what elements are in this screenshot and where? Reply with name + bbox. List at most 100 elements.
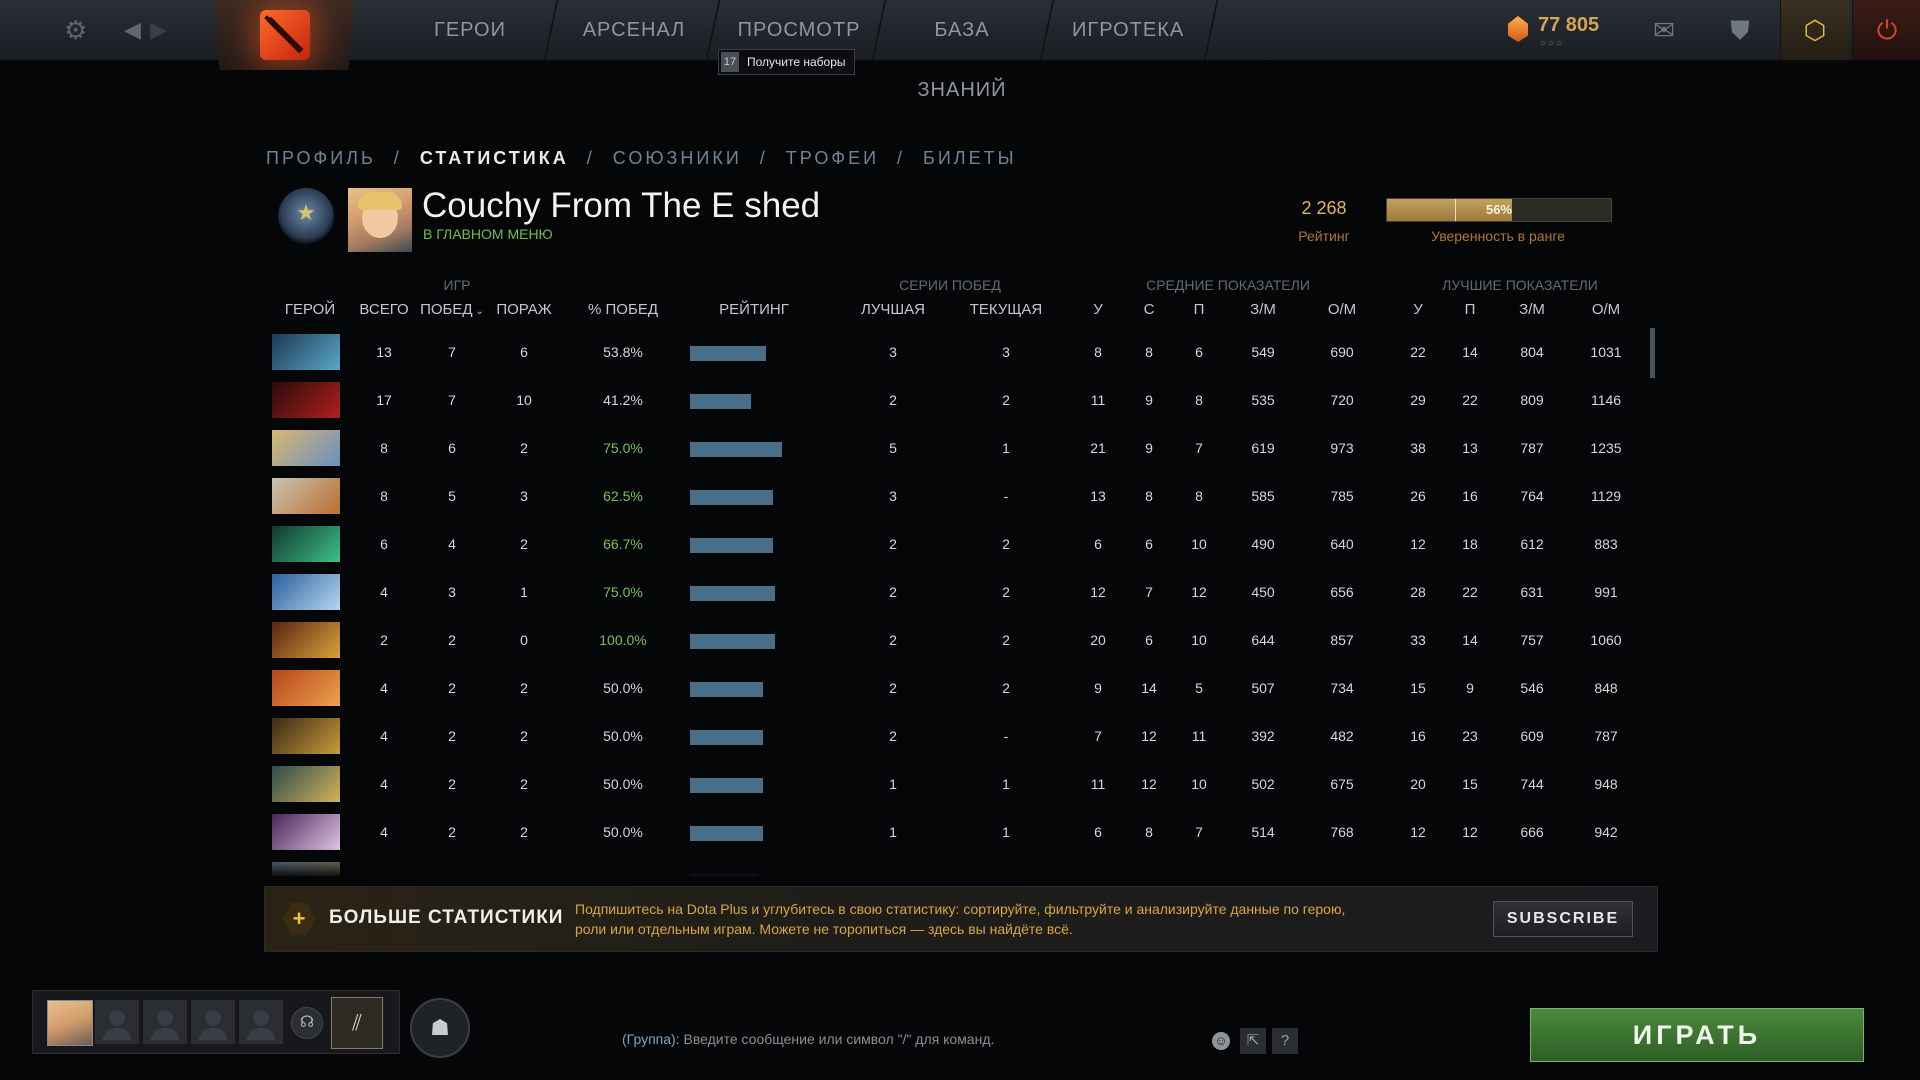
tab-stats[interactable]: СТАТИСТИКА xyxy=(420,148,569,168)
col-kills[interactable]: У xyxy=(1093,301,1103,318)
hero-portrait[interactable] xyxy=(272,814,340,850)
table-row[interactable]: 17 7 10 41.2% 2 2 11 9 8 535 720 29 22 809 1146 xyxy=(262,376,1652,424)
cell-total: 4 xyxy=(380,728,388,744)
cell-losses: 0 xyxy=(520,632,528,648)
armory-button[interactable]: ⛊ xyxy=(1706,0,1774,60)
table-row[interactable]: 4 2 2 50.0% 1 1 11 12 10 502 675 20 15 744 948 xyxy=(262,760,1652,808)
cell-k: 11 xyxy=(1090,776,1106,792)
table-row[interactable]: 4 3 1 75.0% 2 2 12 7 12 450 656 28 22 631 991 xyxy=(262,568,1652,616)
col-winrate[interactable]: % ПОБЕД xyxy=(588,301,658,318)
table-scrollbar[interactable] xyxy=(1650,328,1655,378)
hero-portrait[interactable] xyxy=(272,334,340,370)
hero-portrait[interactable] xyxy=(272,526,340,562)
dota-plus-button[interactable]: ⬡ xyxy=(1780,0,1849,60)
back-arrow-icon[interactable]: ◀ xyxy=(124,14,141,46)
cell-a: 5 xyxy=(1195,680,1203,696)
cell-losses: 2 xyxy=(520,776,528,792)
ranked-matchmaking-icon[interactable]: ⫽ xyxy=(331,997,383,1049)
table-row[interactable]: 13 7 6 53.8% 3 3 8 8 6 549 690 22 14 804 1031 xyxy=(262,328,1652,376)
col-best-kills[interactable]: У xyxy=(1413,301,1423,318)
help-icon[interactable]: ? xyxy=(1272,1028,1298,1054)
hero-stats-table[interactable]: 13 7 6 53.8% 3 3 8 8 6 549 690 22 14 804 1031 17 7 10 41.2… xyxy=(262,328,1652,876)
cell-best-streak: 2 xyxy=(889,584,897,600)
party-members-button[interactable]: ☗ xyxy=(410,998,470,1058)
col-wins[interactable]: ПОБЕД ⌄ xyxy=(420,301,484,318)
hero-portrait[interactable] xyxy=(272,670,340,706)
hero-portrait[interactable] xyxy=(272,382,340,418)
cell-wins: 2 xyxy=(448,632,456,648)
chat-channel[interactable]: (Группа): xyxy=(622,1031,680,1047)
cell-best-gpm: 546 xyxy=(1520,680,1544,696)
subscribe-button[interactable]: SUBSCRIBE xyxy=(1493,901,1633,937)
tab-tickets[interactable]: БИЛЕТЫ xyxy=(923,148,1017,168)
nav-separator xyxy=(543,0,559,60)
hero-portrait[interactable] xyxy=(272,430,340,466)
chat-expand-icon[interactable]: ⇱ xyxy=(1240,1028,1266,1054)
cell-wins: 3 xyxy=(448,584,456,600)
nav-learn[interactable]: БАЗА ЗНАНИЙ xyxy=(892,0,1032,101)
nav-arcade[interactable]: ИГРОТЕКА xyxy=(1072,0,1184,60)
hero-portrait[interactable] xyxy=(272,622,340,658)
table-row[interactable]: 4 2 2 50.0% 2 2 9 14 5 507 734 15 9 546 848 xyxy=(262,664,1652,712)
gear-icon[interactable]: ⚙ xyxy=(64,14,87,46)
party-slot-empty[interactable] xyxy=(143,1000,187,1044)
cell-gpm: 644 xyxy=(1251,632,1275,648)
dota-logo-button[interactable] xyxy=(214,0,354,70)
nav-heroes[interactable]: ГЕРОИ xyxy=(420,0,520,60)
mail-button[interactable]: ✉ xyxy=(1630,0,1698,60)
col-deaths[interactable]: С xyxy=(1144,301,1155,318)
breadcrumb-separator: / xyxy=(586,148,595,168)
table-row[interactable]: 2 2 0 100.0% 2 2 20 6 10 644 857 33 14 757 1060 xyxy=(262,616,1652,664)
col-gpm[interactable]: З/М xyxy=(1250,301,1276,318)
party-slot-empty[interactable] xyxy=(95,1000,139,1044)
cell-xpm: 690 xyxy=(1330,344,1354,360)
cell-best-gpm: 757 xyxy=(1520,632,1544,648)
col-xpm[interactable]: О/М xyxy=(1328,301,1356,318)
col-best-assists[interactable]: П xyxy=(1465,301,1476,318)
col-losses[interactable]: ПОРАЖ xyxy=(496,301,551,318)
tab-trophies[interactable]: ТРОФЕИ xyxy=(786,148,879,168)
tooltip-get-sets[interactable]: 17 Получите наборы xyxy=(718,49,855,75)
hero-portrait[interactable] xyxy=(272,718,340,754)
table-row[interactable]: 8 5 3 62.5% 3 - 13 8 8 585 785 26 16 764 1129 xyxy=(262,472,1652,520)
cell-wins: 6 xyxy=(448,440,456,456)
rating-bar xyxy=(690,826,763,841)
col-current-streak[interactable]: ТЕКУЩАЯ xyxy=(970,301,1043,318)
col-assists[interactable]: П xyxy=(1194,301,1205,318)
party-slot-empty[interactable] xyxy=(239,1000,283,1044)
cell-best-xpm: 1031 xyxy=(1590,344,1622,360)
party-slot-empty[interactable] xyxy=(191,1000,235,1044)
cell-best-xpm: 1060 xyxy=(1590,632,1622,648)
hero-portrait[interactable] xyxy=(272,766,340,802)
cell-k: 9 xyxy=(1094,680,1102,696)
nav-armory[interactable]: АРСЕНАЛ xyxy=(576,0,692,60)
col-hero[interactable]: ГЕРОЙ xyxy=(285,301,335,318)
dota-plus-banner: + БОЛЬШЕ СТАТИСТИКИ Подпишитесь на Dota … xyxy=(264,886,1658,952)
rank-medal-icon[interactable] xyxy=(278,188,334,244)
play-button[interactable]: ИГРАТЬ xyxy=(1530,1008,1864,1062)
hero-portrait[interactable] xyxy=(272,574,340,610)
cell-total: 2 xyxy=(380,632,388,648)
voice-chat-icon[interactable]: ☊ xyxy=(291,1007,323,1039)
cell-xpm: 785 xyxy=(1330,488,1354,504)
table-row[interactable]: 6 4 2 66.7% 2 2 6 6 10 490 640 12 18 612 883 xyxy=(262,520,1652,568)
hero-portrait[interactable] xyxy=(272,478,340,514)
avatar[interactable] xyxy=(348,188,412,252)
tab-allies[interactable]: СОЮЗНИКИ xyxy=(613,148,742,168)
table-row[interactable]: 8 6 2 75.0% 5 1 21 9 7 619 973 38 13 787 1235 xyxy=(262,424,1652,472)
col-rating[interactable]: РЕЙТИНГ xyxy=(719,301,789,318)
col-best-xpm[interactable]: О/М xyxy=(1592,301,1620,318)
emoticon-icon[interactable]: ☺ xyxy=(1212,1032,1230,1050)
chat-input[interactable]: (Группа): Введите сообщение или символ "… xyxy=(622,1031,994,1047)
cell-best-k: 29 xyxy=(1410,392,1426,408)
forward-arrow-icon[interactable]: ▶ xyxy=(150,14,167,46)
power-button[interactable]: ⏻ xyxy=(1852,0,1920,60)
cell-gpm: 585 xyxy=(1251,488,1275,504)
col-best-streak[interactable]: ЛУЧШАЯ xyxy=(861,301,925,318)
col-total[interactable]: ВСЕГО xyxy=(359,301,408,318)
party-slot-self[interactable] xyxy=(47,1000,93,1046)
tab-profile[interactable]: ПРОФИЛЬ xyxy=(266,148,376,168)
cell-best-xpm: 948 xyxy=(1594,776,1618,792)
table-row[interactable]: 4 2 2 50.0% 2 - 7 12 11 392 482 16 23 609 787 xyxy=(262,712,1652,760)
col-best-gpm[interactable]: З/М xyxy=(1519,301,1545,318)
